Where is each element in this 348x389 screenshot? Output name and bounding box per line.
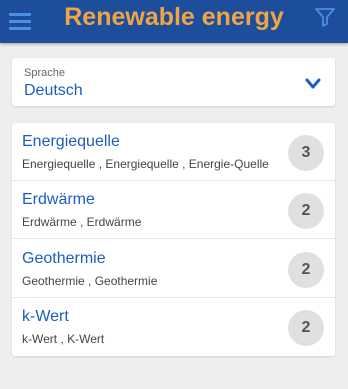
language-select[interactable]: Sprache Deutsch: [12, 58, 335, 106]
item-subtitle: Geothermie , Geothermie: [22, 274, 158, 288]
item-title: Geothermie: [22, 250, 106, 267]
item-title: Erdwärme: [22, 191, 95, 208]
term-list: Energiequelle Energiequelle , Energieque…: [12, 123, 335, 356]
list-item[interactable]: Energiequelle Energiequelle , Energieque…: [12, 123, 335, 181]
language-label: Sprache: [24, 67, 65, 79]
language-value: Deutsch: [24, 82, 83, 99]
chevron-down-icon[interactable]: [305, 78, 321, 90]
item-subtitle: Erdwärme , Erdwärme: [22, 215, 142, 229]
item-subtitle: k-Wert , K-Wert: [22, 332, 105, 346]
list-item[interactable]: Erdwärme Erdwärme , Erdwärme 2: [12, 181, 335, 239]
count-badge: 3: [288, 135, 324, 171]
filter-icon[interactable]: [313, 5, 337, 29]
count-badge: 2: [288, 252, 324, 288]
page-title: Renewable energy: [64, 3, 284, 31]
list-item[interactable]: k-Wert k-Wert , K-Wert 2: [12, 298, 335, 356]
item-title: Energiequelle: [22, 133, 120, 150]
item-subtitle: Energiequelle , Energiequelle , Energie-…: [22, 157, 269, 171]
list-item[interactable]: Geothermie Geothermie , Geothermie 2: [12, 240, 335, 298]
app-bar: Renewable energy: [0, 0, 348, 43]
item-title: k-Wert: [22, 308, 69, 325]
count-badge: 2: [288, 310, 324, 346]
count-badge: 2: [288, 193, 324, 229]
